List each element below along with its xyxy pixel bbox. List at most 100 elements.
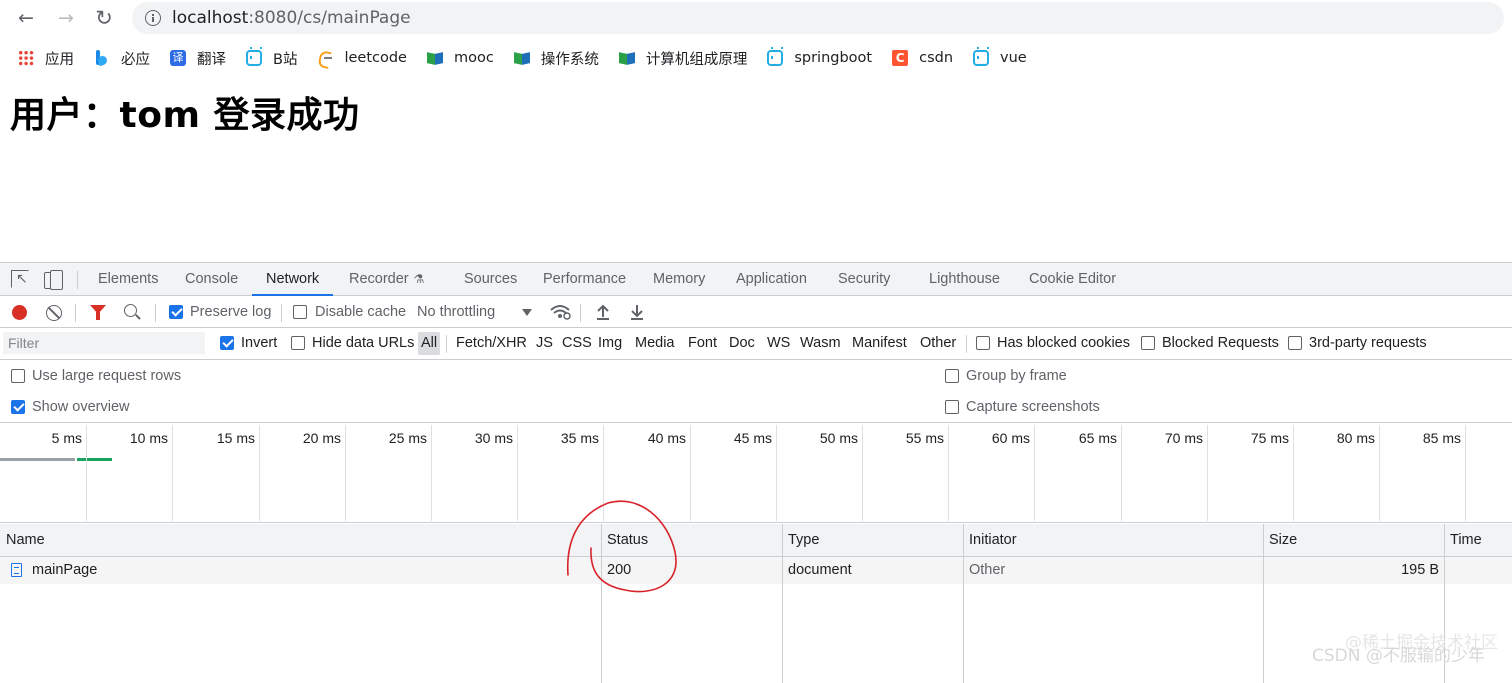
blocked-requests-label: Blocked Requests [1162, 335, 1279, 351]
column-header-size[interactable]: Size [1263, 524, 1297, 557]
disable-cache-checkbox[interactable] [293, 305, 307, 319]
column-header-status[interactable]: Status [601, 524, 648, 557]
type-filter-other[interactable]: Other [920, 332, 956, 355]
bookmark-vue[interactable]: vue [973, 50, 1027, 66]
chevron-down-icon[interactable] [522, 309, 532, 316]
network-overview-timeline[interactable]: 5 ms 10 ms 15 ms 20 ms 25 ms 30 ms 35 ms 40 ms 4… [0, 423, 1512, 523]
tab-application[interactable]: Application [736, 263, 807, 296]
reload-button[interactable]: ↻ [92, 7, 116, 29]
bookmark-springboot[interactable]: springboot [767, 50, 872, 66]
tab-lighthouse[interactable]: Lighthouse [929, 263, 1000, 296]
bookmark-bing[interactable]: 必应 [94, 48, 150, 69]
bookmark-leetcode[interactable]: leetcode [317, 50, 407, 66]
type-filter-fetch-xhr[interactable]: Fetch/XHR [456, 332, 527, 355]
type-filter-css[interactable]: CSS [562, 332, 592, 355]
import-har-icon[interactable] [596, 303, 610, 321]
inspect-element-icon[interactable] [11, 270, 29, 288]
bookmark-computer-organization[interactable]: 计算机组成原理 [619, 48, 748, 69]
overview-grid-line [776, 425, 777, 521]
capture-screenshots-checkbox[interactable] [945, 400, 959, 414]
device-toolbar-icon[interactable] [44, 270, 63, 290]
type-filter-all[interactable]: All [418, 332, 441, 355]
type-filter-wasm[interactable]: Wasm [800, 332, 841, 355]
divider [77, 271, 78, 289]
column-header-type[interactable]: Type [782, 524, 819, 557]
third-party-checkbox[interactable] [1288, 336, 1302, 350]
tab-network[interactable]: Network [252, 263, 334, 296]
column-divider[interactable] [963, 524, 964, 683]
column-divider[interactable] [1263, 524, 1264, 683]
group-by-frame-checkbox[interactable] [945, 369, 959, 383]
divider [155, 304, 156, 322]
table-row[interactable]: mainPage 200 document Other 195 B [0, 557, 1512, 584]
cell-size: 195 B [1401, 562, 1439, 578]
overview-grid-line [517, 425, 518, 521]
type-filter-ws[interactable]: WS [767, 332, 790, 355]
type-filter-font[interactable]: Font [688, 332, 717, 355]
overview-grid-line [948, 425, 949, 521]
type-filter-doc[interactable]: Doc [729, 332, 755, 355]
throttling-select[interactable]: No throttling [417, 302, 495, 322]
tab-memory[interactable]: Memory [653, 263, 705, 296]
request-table: Name Status Type Initiator Size Time mai… [0, 524, 1512, 683]
overview-grid-line [1379, 425, 1380, 521]
column-divider[interactable] [601, 524, 602, 683]
flask-icon: ⚗ [413, 272, 425, 286]
overview-grid-line [1465, 425, 1466, 521]
column-divider[interactable] [782, 524, 783, 683]
tab-console[interactable]: Console [185, 263, 238, 296]
bookmark-apps[interactable]: 应用 [18, 48, 74, 69]
tab-elements[interactable]: Elements [98, 263, 158, 296]
overview-grid-line [603, 425, 604, 521]
address-bar[interactable]: localhost:8080/cs/mainPage [132, 2, 1504, 34]
overview-tick-label: 40 ms [647, 430, 686, 446]
filter-input[interactable] [3, 332, 205, 354]
overview-tick-label: 55 ms [905, 430, 944, 446]
type-filter-media[interactable]: Media [635, 332, 675, 355]
preserve-log-label: Preserve log [190, 304, 272, 320]
bookmark-label: 计算机组成原理 [645, 51, 748, 68]
bookmark-bilibili[interactable]: B站 [246, 48, 297, 69]
overview-tick-label: 80 ms [1336, 430, 1375, 446]
tab-security[interactable]: Security [838, 263, 890, 296]
large-rows-checkbox[interactable] [11, 369, 25, 383]
bookmark-label: vue [1000, 50, 1027, 66]
reload-icon: ↻ [95, 6, 113, 30]
blocked-requests-checkbox[interactable] [1141, 336, 1155, 350]
bookmark-csdn[interactable]: Ccsdn [892, 50, 953, 66]
record-icon[interactable] [12, 305, 27, 320]
filter-funnel-icon[interactable] [90, 305, 106, 320]
search-icon[interactable] [124, 304, 137, 317]
tab-cookie-editor[interactable]: Cookie Editor [1029, 263, 1116, 296]
preserve-log-checkbox[interactable] [169, 305, 183, 319]
hide-data-urls-checkbox[interactable] [291, 336, 305, 350]
column-header-time[interactable]: Time [1444, 524, 1482, 557]
tab-recorder[interactable]: Recorder ⚗ [349, 263, 424, 296]
site-info-icon[interactable] [145, 10, 161, 26]
forward-button[interactable]: → [54, 7, 78, 29]
type-filter-manifest[interactable]: Manifest [852, 332, 907, 355]
type-filter-js[interactable]: JS [536, 332, 553, 355]
bookmark-label: mooc [453, 50, 494, 66]
url-text: localhost:8080/cs/mainPage [172, 8, 411, 28]
overview-waiting-bar [0, 458, 75, 461]
type-filter-img[interactable]: Img [598, 332, 622, 355]
mooc-icon [427, 50, 443, 66]
network-conditions-icon[interactable] [549, 303, 571, 321]
bookmark-label: springboot [794, 50, 873, 66]
tab-sources[interactable]: Sources [464, 263, 517, 296]
column-header-name[interactable]: Name [0, 524, 45, 557]
clear-icon[interactable] [46, 305, 62, 321]
bookmark-translate[interactable]: 译翻译 [170, 48, 226, 69]
overview-tick-label: 5 ms [51, 430, 82, 446]
bookmark-mooc[interactable]: mooc [427, 50, 494, 66]
show-overview-checkbox[interactable] [11, 400, 25, 414]
bookmark-operating-system[interactable]: 操作系统 [514, 48, 599, 69]
has-blocked-cookies-checkbox[interactable] [976, 336, 990, 350]
back-button[interactable]: ← [14, 7, 38, 29]
invert-checkbox[interactable] [220, 336, 234, 350]
column-header-initiator[interactable]: Initiator [963, 524, 1017, 557]
divider [446, 335, 447, 353]
export-har-icon[interactable] [630, 303, 644, 321]
tab-performance[interactable]: Performance [543, 263, 626, 296]
